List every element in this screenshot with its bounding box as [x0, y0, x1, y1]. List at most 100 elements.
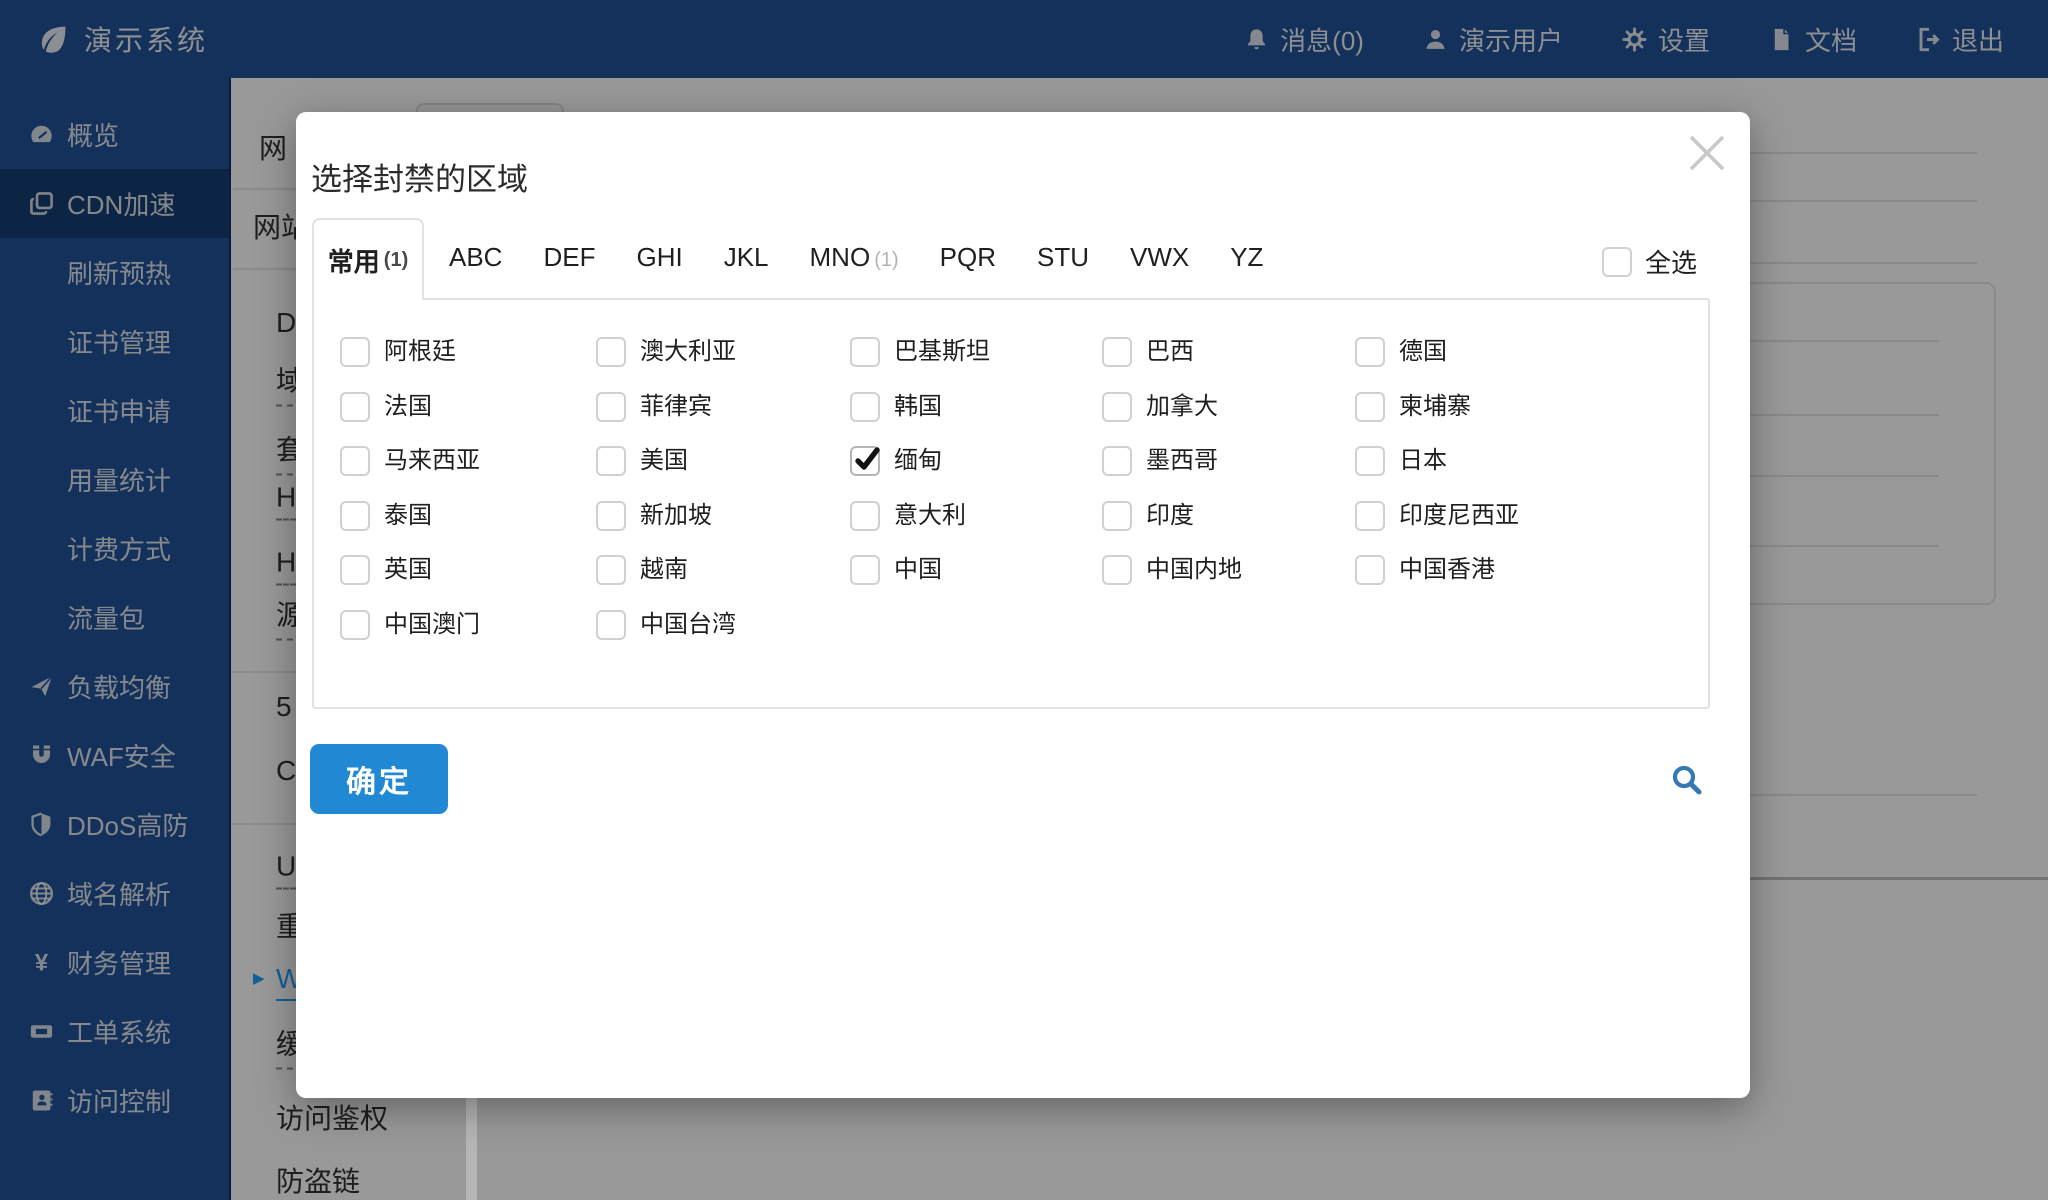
country-checkbox-panel: 阿根廷 澳大利亚 巴基斯坦 巴西 德国法国 菲律宾 韩国 加拿大 柬埔寨马来西亚 美国 缅甸 墨西哥 日… [312, 298, 1710, 709]
country-option-6[interactable]: 菲律宾 [596, 392, 712, 422]
tab-label: ABC [449, 242, 502, 272]
country-label: 缅甸 [894, 446, 942, 476]
tab-label: YZ [1230, 242, 1263, 272]
country-option-12[interactable]: 缅甸 [850, 446, 942, 476]
close-icon[interactable] [1682, 128, 1732, 178]
tab-pqr[interactable]: PQR [940, 218, 996, 300]
tab-abc[interactable]: ABC [449, 218, 502, 300]
tab-label: DEF [543, 242, 595, 272]
country-label: 中国香港 [1399, 555, 1495, 585]
checkbox-unchecked[interactable] [1355, 501, 1385, 531]
tab-vwx[interactable]: VWX [1130, 218, 1189, 300]
checkbox-unchecked[interactable] [1355, 337, 1385, 367]
checkbox-unchecked[interactable] [596, 610, 626, 640]
checkbox-unchecked[interactable] [850, 392, 880, 422]
checkbox-unchecked[interactable] [850, 337, 880, 367]
country-option-22[interactable]: 中国 [850, 555, 942, 585]
country-label: 中国 [894, 555, 942, 585]
country-option-17[interactable]: 意大利 [850, 501, 966, 531]
select-all-checkbox[interactable] [1602, 247, 1632, 277]
search-icon[interactable] [1669, 762, 1705, 798]
country-label: 泰国 [384, 501, 432, 531]
tab-label: MNO [810, 242, 871, 272]
checkbox-unchecked[interactable] [1355, 555, 1385, 585]
checkbox-unchecked[interactable] [850, 555, 880, 585]
country-label: 菲律宾 [640, 392, 712, 422]
country-option-0[interactable]: 阿根廷 [340, 337, 456, 367]
checkbox-unchecked[interactable] [596, 392, 626, 422]
region-block-dialog: 选择封禁的区域 常用(1) ABC DEF GHI JKL MNO(1) PQR STU VWX… [296, 112, 1750, 1098]
country-option-16[interactable]: 新加坡 [596, 501, 712, 531]
country-option-26[interactable]: 中国台湾 [596, 610, 736, 640]
tab-label: 常用 [328, 242, 380, 279]
select-all-control[interactable]: 全选 [1602, 243, 1697, 280]
country-option-10[interactable]: 马来西亚 [340, 446, 480, 476]
country-label: 德国 [1399, 337, 1447, 367]
country-label: 马来西亚 [384, 446, 480, 476]
checkbox-unchecked[interactable] [340, 501, 370, 531]
checkbox-unchecked[interactable] [340, 392, 370, 422]
country-label: 加拿大 [1146, 392, 1218, 422]
country-option-25[interactable]: 中国澳门 [340, 610, 480, 640]
checkbox-unchecked[interactable] [850, 501, 880, 531]
country-option-9[interactable]: 柬埔寨 [1355, 392, 1471, 422]
country-label: 澳大利亚 [640, 337, 736, 367]
tab-label: JKL [724, 242, 769, 272]
country-option-1[interactable]: 澳大利亚 [596, 337, 736, 367]
dialog-title: 选择封禁的区域 [311, 154, 528, 199]
country-label: 英国 [384, 555, 432, 585]
country-option-11[interactable]: 美国 [596, 446, 688, 476]
checkbox-unchecked[interactable] [596, 337, 626, 367]
tab-def[interactable]: DEF [543, 218, 595, 300]
country-option-21[interactable]: 越南 [596, 555, 688, 585]
country-label: 阿根廷 [384, 337, 456, 367]
checkbox-unchecked[interactable] [1102, 501, 1132, 531]
country-option-2[interactable]: 巴基斯坦 [850, 337, 990, 367]
checkbox-unchecked[interactable] [340, 337, 370, 367]
country-option-20[interactable]: 英国 [340, 555, 432, 585]
tab-ghi[interactable]: GHI [636, 218, 682, 300]
checkbox-unchecked[interactable] [340, 610, 370, 640]
country-option-5[interactable]: 法国 [340, 392, 432, 422]
checkbox-unchecked[interactable] [1355, 392, 1385, 422]
checkbox-unchecked[interactable] [1102, 446, 1132, 476]
country-label: 柬埔寨 [1399, 392, 1471, 422]
country-option-13[interactable]: 墨西哥 [1102, 446, 1218, 476]
country-option-8[interactable]: 加拿大 [1102, 392, 1218, 422]
checkbox-unchecked[interactable] [340, 446, 370, 476]
checkbox-unchecked[interactable] [340, 555, 370, 585]
checkbox-unchecked[interactable] [1102, 392, 1132, 422]
country-label: 意大利 [894, 501, 966, 531]
tab-yz[interactable]: YZ [1230, 218, 1263, 300]
checkbox-unchecked[interactable] [596, 446, 626, 476]
app-root: 演示系统 消息(0)演示用户设置文档退出 概览CDN加速刷新预热证书管理证书申请… [0, 0, 2048, 1200]
tab-jkl[interactable]: JKL [724, 218, 769, 300]
country-option-19[interactable]: 印度尼西亚 [1355, 501, 1519, 531]
country-label: 法国 [384, 392, 432, 422]
tab-stu[interactable]: STU [1037, 218, 1089, 300]
country-option-14[interactable]: 日本 [1355, 446, 1447, 476]
country-option-23[interactable]: 中国内地 [1102, 555, 1242, 585]
country-option-24[interactable]: 中国香港 [1355, 555, 1495, 585]
checkbox-unchecked[interactable] [596, 555, 626, 585]
checkbox-unchecked[interactable] [1355, 446, 1385, 476]
checkbox-unchecked[interactable] [1102, 555, 1132, 585]
country-option-7[interactable]: 韩国 [850, 392, 942, 422]
country-option-4[interactable]: 德国 [1355, 337, 1447, 367]
confirm-button[interactable]: 确定 [310, 744, 448, 814]
country-option-15[interactable]: 泰国 [340, 501, 432, 531]
country-option-18[interactable]: 印度 [1102, 501, 1194, 531]
checkbox-checked[interactable] [850, 446, 880, 476]
country-label: 印度尼西亚 [1399, 501, 1519, 531]
country-label: 墨西哥 [1146, 446, 1218, 476]
country-option-3[interactable]: 巴西 [1102, 337, 1194, 367]
tab-常用[interactable]: 常用(1) [312, 218, 424, 300]
checkbox-unchecked[interactable] [1102, 337, 1132, 367]
checkbox-unchecked[interactable] [596, 501, 626, 531]
country-label: 中国台湾 [640, 610, 736, 640]
tab-label: VWX [1130, 242, 1189, 272]
menu-scrollbar-thumb[interactable] [466, 1098, 477, 1200]
country-label: 新加坡 [640, 501, 712, 531]
tab-mno[interactable]: MNO(1) [810, 218, 899, 300]
country-label: 中国内地 [1146, 555, 1242, 585]
